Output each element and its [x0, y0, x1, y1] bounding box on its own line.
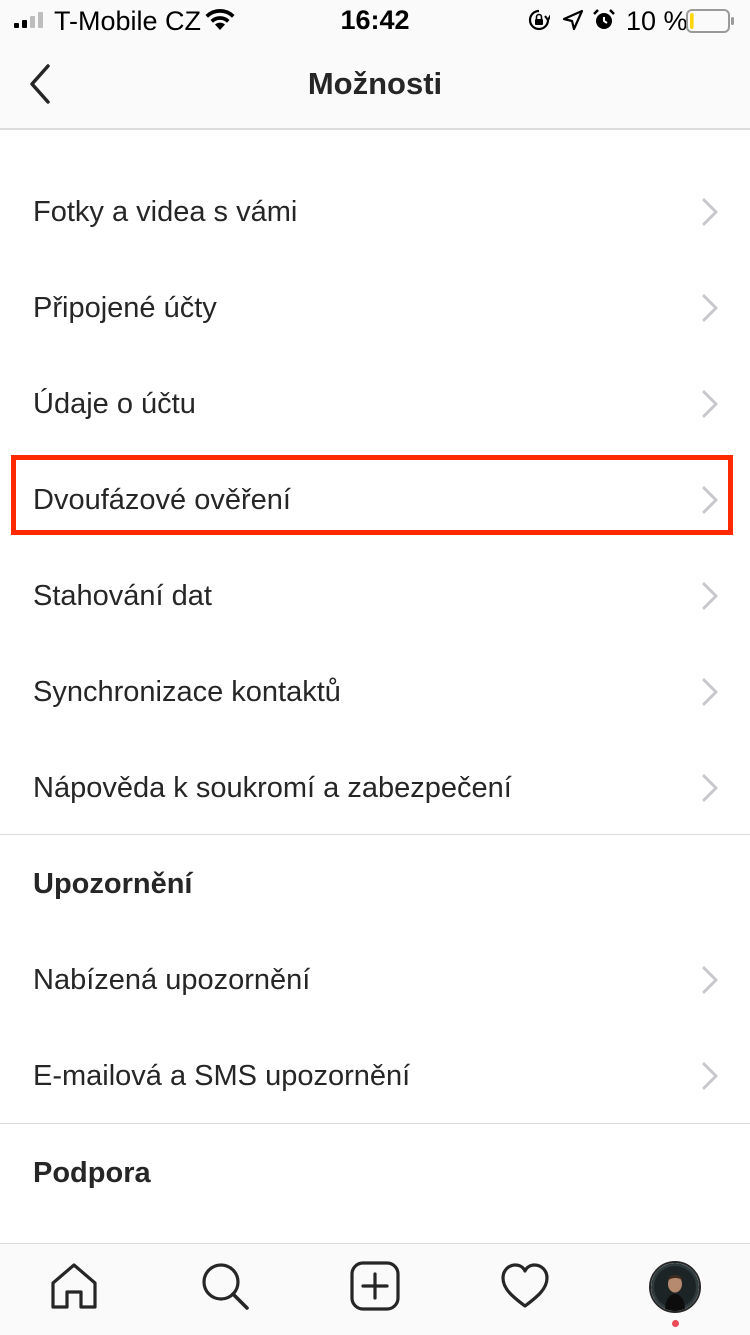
settings-item-photos-videos-of-you[interactable]: Fotky a videa s vámi: [0, 164, 750, 260]
tab-search[interactable]: [199, 1260, 251, 1312]
chevron-right-icon: [702, 198, 718, 226]
search-icon: [202, 1263, 249, 1310]
settings-item-account-data[interactable]: Údaje o účtu: [0, 356, 750, 452]
settings-item-label: Synchronizace kontaktů: [33, 676, 341, 708]
settings-item-label: Fotky a videa s vámi: [33, 196, 298, 228]
settings-item-push-notifications[interactable]: Nabízená upozornění: [0, 932, 750, 1028]
settings-item-label: Připojené účty: [33, 292, 217, 324]
battery-percentage: 10 %: [626, 6, 688, 36]
section-heading-label: Upozornění: [33, 868, 193, 900]
chevron-right-icon: [702, 1062, 718, 1090]
add-post-icon: [350, 1261, 400, 1311]
settings-item-label: Stahování dat: [33, 580, 212, 612]
chevron-right-icon: [702, 294, 718, 322]
tab-new-post[interactable]: [349, 1260, 401, 1312]
avatar: [651, 1263, 699, 1311]
chevron-right-icon: [702, 678, 718, 706]
chevron-right-icon: [702, 390, 718, 418]
tab-home[interactable]: [48, 1260, 100, 1312]
page-title: Možnosti: [307, 66, 443, 101]
location-icon: [562, 9, 584, 31]
settings-item-label: E-mailová a SMS upozornění: [33, 1060, 411, 1092]
bottom-tab-bar: [0, 1243, 750, 1335]
chevron-right-icon: [702, 774, 718, 802]
settings-item-data-download[interactable]: Stahování dat: [0, 548, 750, 644]
settings-item-linked-accounts[interactable]: Připojené účty: [0, 260, 750, 356]
section-heading-notifications: Upozornění: [0, 836, 750, 932]
settings-item-label: Údaje o účtu: [33, 388, 196, 420]
settings-item-contacts-sync[interactable]: Synchronizace kontaktů: [0, 644, 750, 740]
section-divider: [0, 1123, 750, 1124]
notification-dot: [672, 1320, 679, 1327]
battery-icon: [686, 9, 734, 33]
chevron-right-icon: [702, 486, 718, 514]
battery-level-fill: [690, 13, 694, 29]
section-heading-label: Podpora: [33, 1157, 151, 1189]
alarm-icon: [593, 9, 615, 29]
settings-item-email-sms-notifications[interactable]: E-mailová a SMS upozornění: [0, 1028, 750, 1124]
tab-activity[interactable]: [499, 1260, 551, 1312]
chevron-right-icon: [702, 966, 718, 994]
status-bar: T-Mobile CZ 16:42 10 %: [0, 0, 750, 40]
tab-profile[interactable]: [649, 1261, 701, 1313]
settings-item-label: Nabízená upozornění: [33, 964, 311, 996]
settings-item-label: Nápověda k soukromí a zabezpečení: [33, 772, 512, 804]
settings-item-label: Dvoufázové ověření: [33, 484, 291, 516]
section-heading-support: Podpora: [0, 1125, 750, 1221]
chevron-right-icon: [702, 582, 718, 610]
section-divider: [0, 834, 750, 835]
home-icon: [51, 1263, 97, 1309]
orientation-lock-icon: [528, 9, 550, 31]
navigation-header: Možnosti: [0, 40, 750, 130]
settings-item-privacy-security-help[interactable]: Nápověda k soukromí a zabezpečení: [0, 740, 750, 836]
settings-item-two-factor-authentication[interactable]: Dvoufázové ověření: [0, 452, 750, 548]
heart-icon: [501, 1263, 549, 1308]
